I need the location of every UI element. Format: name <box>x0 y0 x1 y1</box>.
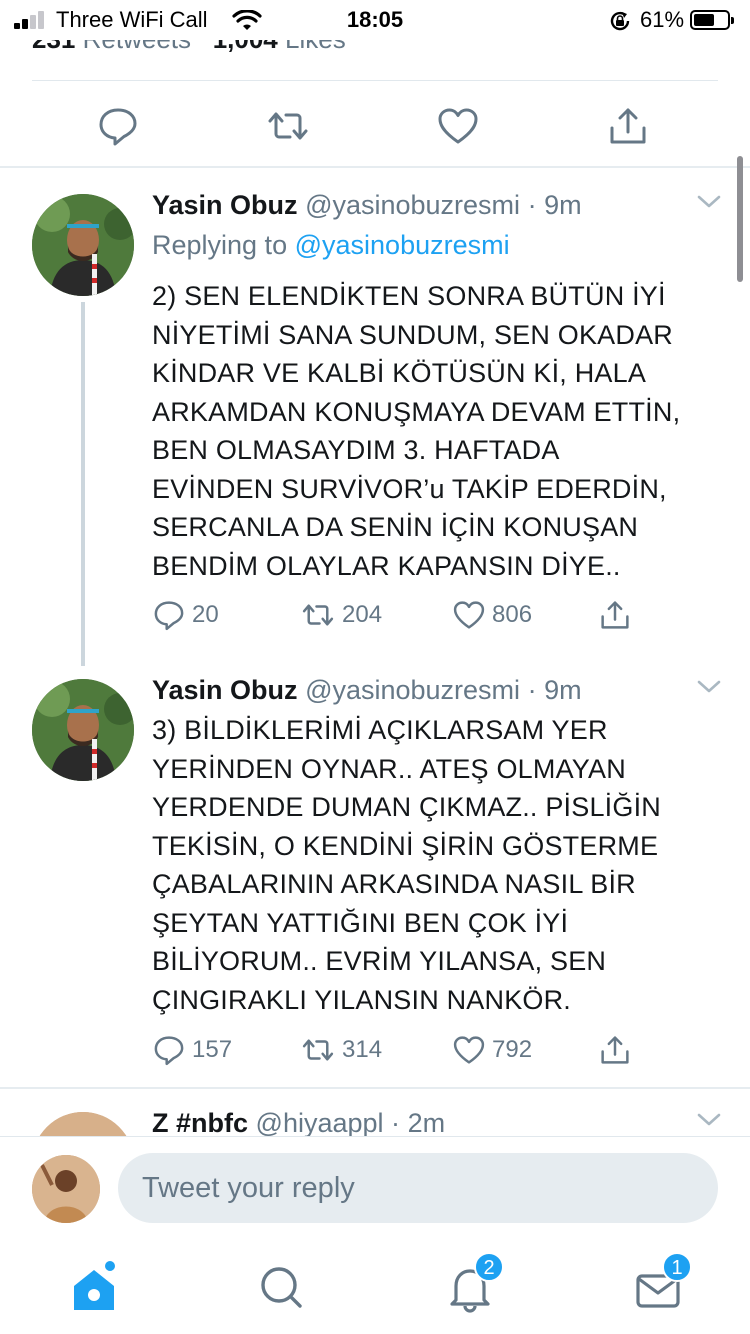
tweet-text-line: NİYETİMİ SANA SUNDUM, SEN OKADAR <box>152 319 673 350</box>
reply-count: 157 <box>192 1036 233 1063</box>
dot-separator: · <box>527 675 537 705</box>
tweet-header: Yasin Obuz @yasinobuzresmi · 9m <box>152 190 582 221</box>
rotation-lock-icon <box>610 11 630 31</box>
avatar[interactable] <box>32 679 134 781</box>
battery-icon <box>690 10 734 30</box>
tweet-text-line: ŞEYTAN YATTIĞINI BEN ÇOK İYİ <box>152 907 569 938</box>
tweet-text-line: 3) BİLDİKLERİMİ AÇIKLARSAM YER <box>152 715 608 745</box>
tweet-time: 9m <box>544 675 582 705</box>
chevron-down-icon[interactable] <box>696 1112 722 1128</box>
dot-separator: · <box>391 1108 401 1138</box>
tweet-header: Yasin Obuz @yasinobuzresmi · 9m <box>152 675 582 706</box>
tweet-text-line: KİNDAR VE KALBİ KÖTÜSÜN Kİ, HALA <box>152 358 647 388</box>
current-user-avatar[interactable] <box>32 1155 100 1223</box>
tweet-text-line: TEKİSİN, O KENDİNİ ŞİRİN GÖSTERME <box>152 830 659 861</box>
section-divider <box>0 1087 750 1089</box>
tweet-time: 9m <box>544 190 582 220</box>
section-divider <box>0 166 750 168</box>
author-name[interactable]: Yasin Obuz <box>152 190 298 220</box>
battery-percent: 61% <box>640 7 685 32</box>
author-name[interactable]: Z #nbfc <box>152 1108 248 1138</box>
tweet-text-line: YERDENDE DUMAN ÇIKMAZ.. PİSLİĞİN <box>152 792 661 822</box>
tweet-actions: 20 204 806 <box>152 595 652 635</box>
tab-home[interactable] <box>64 1258 124 1318</box>
tweet-text-line: 2) SEN ELENDİKTEN SONRA BÜTÜN İYİ <box>152 281 666 311</box>
tweet-text-line: BENDİM OLAYLAR KAPANSIN DİYE.. <box>152 550 621 581</box>
tweet-actions: 157 314 792 <box>152 1030 652 1070</box>
like-count: 792 <box>492 1036 533 1063</box>
retweet-count: 314 <box>342 1036 383 1063</box>
tweet-text-line: ARKAMDAN KONUŞMAYA DEVAM ETTİN, <box>152 396 681 427</box>
share-icon <box>601 601 629 629</box>
reply-bar <box>0 1136 750 1240</box>
chevron-down-icon[interactable] <box>696 679 722 695</box>
tweet-text-line: EVİNDEN SURVİVOR’u TAKİP EDERDİN, <box>152 473 667 504</box>
tweet-text-line: BİLİYORUM.. EVRİM YILANSA, SEN <box>152 946 607 976</box>
replying-prefix: Replying to <box>152 230 288 260</box>
reply-count: 20 <box>192 601 219 628</box>
tab-bar: 2 1 <box>0 1240 750 1334</box>
reply-button[interactable]: 157 <box>152 1030 232 1070</box>
like-button[interactable]: 792 <box>452 1030 532 1070</box>
messages-badge: 1 <box>662 1252 692 1282</box>
tweet-text-line: ÇINGIRAKLI YILANSIN NANKÖR. <box>152 984 572 1015</box>
like-icon <box>453 1036 485 1064</box>
reply-icon <box>154 601 184 631</box>
share-button[interactable] <box>598 595 632 635</box>
stats-divider <box>32 80 718 81</box>
retweet-icon <box>302 604 334 626</box>
notifications-badge: 2 <box>474 1252 504 1282</box>
retweet-button[interactable]: 204 <box>300 595 382 635</box>
search-icon <box>261 1267 302 1308</box>
tweet-reply-input[interactable] <box>118 1153 718 1223</box>
focused-tweet-action-bar <box>0 96 750 156</box>
retweet-count: 204 <box>342 601 383 628</box>
tab-search[interactable] <box>252 1258 312 1318</box>
share-icon <box>601 1036 629 1064</box>
retweet-icon <box>302 1039 334 1061</box>
tweet-text-line: YERİNDEN OYNAR.. ATEŞ OLMAYAN <box>152 753 626 784</box>
like-button[interactable]: 806 <box>452 595 532 635</box>
share-button[interactable] <box>598 1030 632 1070</box>
replying-handle[interactable]: @yasinobuzresmi <box>295 230 510 260</box>
status-bar: Three WiFi Call 18:05 61% <box>0 0 750 40</box>
reply-button[interactable]: 20 <box>152 595 219 635</box>
like-count: 806 <box>492 601 533 628</box>
reply-icon[interactable] <box>96 104 140 148</box>
author-handle[interactable]: @hiyaappl <box>256 1108 384 1138</box>
like-icon[interactable] <box>436 104 480 148</box>
reply-icon <box>154 1036 184 1066</box>
avatar[interactable] <box>32 194 134 296</box>
replying-to: Replying to @yasinobuzresmi <box>152 230 510 261</box>
author-handle[interactable]: @yasinobuzresmi <box>305 190 520 220</box>
retweet-icon[interactable] <box>266 104 310 148</box>
tab-messages[interactable]: 1 <box>628 1252 692 1318</box>
scrollbar[interactable] <box>737 156 743 282</box>
home-icon <box>74 1261 115 1310</box>
tweet-text-line: SERCANLA DA SENİN İÇİN KONUŞAN <box>152 512 639 542</box>
tweet-text-line: ÇABALARININ ARKASINDA NASIL BİR <box>152 869 636 899</box>
tweet-body: 3) BİLDİKLERİMİ AÇIKLARSAM YER YERİNDEN … <box>152 711 732 1019</box>
retweet-button[interactable]: 314 <box>300 1030 382 1070</box>
tweet-time: 2m <box>407 1108 446 1138</box>
status-time: 18:05 <box>346 7 404 32</box>
tweet-body: 2) SEN ELENDİKTEN SONRA BÜTÜN İYİ NİYETİ… <box>152 277 732 585</box>
tab-notifications[interactable]: 2 <box>440 1252 504 1318</box>
tweet-text-line: BEN OLMASAYDIM 3. HAFTADA <box>152 435 560 465</box>
author-handle[interactable]: @yasinobuzresmi <box>305 675 520 705</box>
share-icon[interactable] <box>606 104 650 148</box>
like-icon <box>453 601 485 629</box>
chevron-down-icon[interactable] <box>696 194 722 210</box>
author-name[interactable]: Yasin Obuz <box>152 675 298 705</box>
tweet-header: Z #nbfc @hiyaappl · 2m <box>152 1108 445 1139</box>
dot-separator: · <box>527 190 537 220</box>
thread-line <box>81 302 85 666</box>
